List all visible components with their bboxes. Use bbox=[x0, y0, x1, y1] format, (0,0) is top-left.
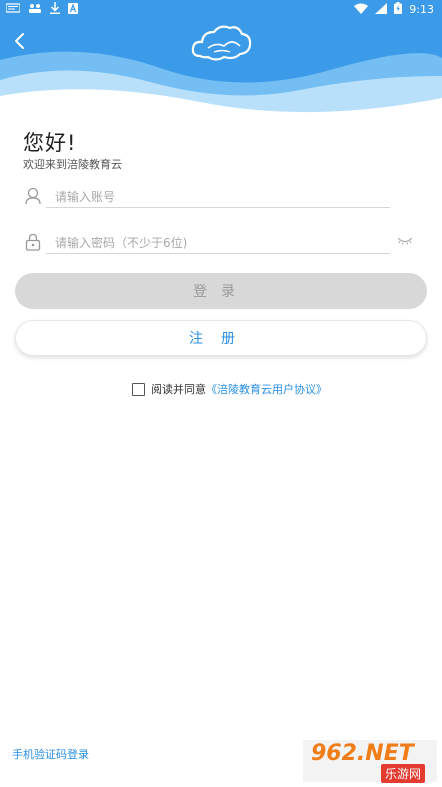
wifi-icon bbox=[354, 3, 369, 18]
login-button[interactable]: 登录 bbox=[15, 273, 427, 309]
eye-closed-icon[interactable] bbox=[397, 236, 413, 246]
account-input[interactable] bbox=[55, 188, 385, 206]
agreement-checkbox[interactable] bbox=[132, 382, 145, 396]
agreement-prefix: 阅读并同意 bbox=[151, 383, 206, 396]
signal-icon bbox=[375, 2, 388, 18]
watermark-text: 962.NET bbox=[311, 741, 414, 766]
status-time: 9:13 bbox=[409, 3, 434, 16]
status-bar: 9:13 bbox=[0, 0, 442, 18]
lock-icon bbox=[25, 233, 41, 251]
password-underline bbox=[46, 253, 390, 254]
wave-decoration bbox=[0, 51, 442, 115]
app-notification-icon bbox=[28, 2, 42, 18]
notification-icon bbox=[5, 3, 21, 17]
download-icon bbox=[50, 2, 60, 18]
sms-login-link[interactable]: 手机验证码登录 bbox=[12, 746, 89, 762]
a-icon bbox=[68, 2, 78, 18]
user-icon bbox=[25, 187, 41, 205]
register-button[interactable]: 注册 bbox=[15, 320, 427, 356]
agreement-row: 阅读并同意 《涪陵教育云用户协议》 bbox=[132, 381, 327, 397]
battery-icon bbox=[394, 2, 403, 18]
agreement-link[interactable]: 《涪陵教育云用户协议》 bbox=[206, 381, 327, 397]
welcome-subtitle: 欢迎来到涪陵教育云 bbox=[23, 158, 122, 171]
login-button-label: 登录 bbox=[193, 284, 249, 300]
password-input[interactable] bbox=[55, 234, 385, 252]
header-banner: 9:13 bbox=[0, 0, 442, 115]
register-button-label: 注册 bbox=[189, 331, 253, 347]
watermark-logo: 962.NET 乐游网 bbox=[303, 740, 437, 783]
greeting-title: 您好! bbox=[23, 131, 77, 155]
account-underline bbox=[46, 207, 390, 208]
watermark-sub: 乐游网 bbox=[381, 764, 426, 783]
